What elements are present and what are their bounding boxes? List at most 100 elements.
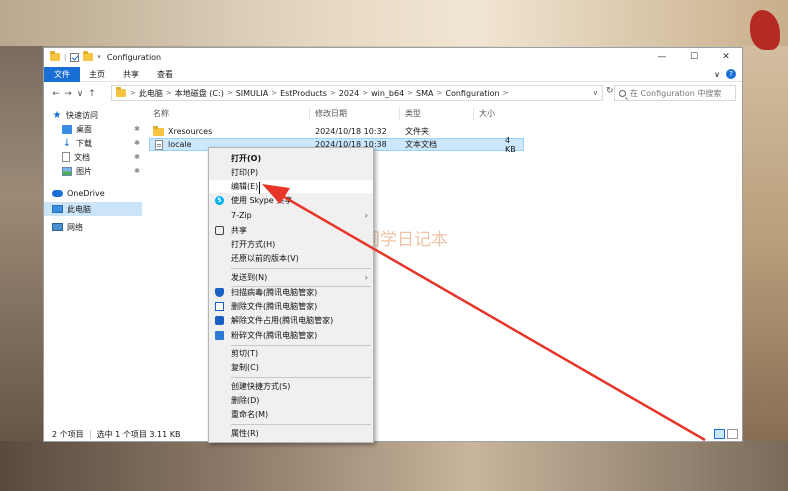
pin-icon[interactable]: ✱ — [134, 167, 140, 175]
crumb-estproducts[interactable]: EstProducts — [277, 89, 330, 98]
details-view-icon[interactable] — [714, 429, 725, 439]
sidebar-item-network[interactable]: 网络 — [44, 220, 142, 234]
item-count: 2 个项目 — [52, 429, 84, 439]
sidebar-item-pictures[interactable]: 图片 ✱ — [44, 164, 142, 178]
unlock-icon — [215, 316, 224, 325]
menu-item-label: 打印(P) — [231, 168, 259, 177]
navigation-pane: ★ 快速访问 桌面 ✱ ↓ 下载 ✱ 文档 ✱ 图片 ✱ OneDrive 此电… — [44, 108, 142, 423]
help-icon[interactable]: ? — [726, 69, 736, 79]
menu-item-create-shortcut[interactable]: 创建快捷方式(S) — [209, 380, 373, 393]
menu-item-share[interactable]: 共享 — [209, 224, 373, 237]
menu-item-label: 使用 Skype 共享 — [231, 196, 293, 205]
column-separator[interactable] — [309, 108, 310, 120]
crumb-simulia[interactable]: SIMULIA — [233, 89, 271, 98]
file-modified: 2024/10/18 10:32 — [315, 127, 387, 136]
menu-item-scan-virus[interactable]: 扫描病毒(腾讯电脑管家) — [209, 286, 373, 299]
menu-item-7zip[interactable]: 7-Zip › — [209, 209, 373, 222]
column-separator[interactable] — [399, 108, 400, 120]
menu-item-copy[interactable]: 复制(C) — [209, 361, 373, 374]
desktop-icon — [62, 124, 72, 134]
menu-item-shred-file[interactable]: 粉碎文件(腾讯电脑管家) — [209, 329, 373, 342]
column-header-type[interactable]: 类型 — [405, 108, 421, 120]
sidebar-item-onedrive[interactable]: OneDrive — [44, 186, 142, 200]
sidebar-item-label: 此电脑 — [67, 204, 91, 214]
wallpaper-right — [742, 0, 788, 491]
tab-file[interactable]: 文件 — [44, 66, 80, 82]
column-header-size[interactable]: 大小 — [479, 108, 495, 120]
sidebar-item-label: 桌面 — [76, 124, 92, 134]
search-placeholder: 在 Configuration 中搜索 — [630, 88, 722, 98]
large-icons-view-icon[interactable] — [727, 429, 738, 439]
menu-item-rename[interactable]: 重命名(M) — [209, 408, 373, 421]
forward-icon[interactable]: → — [62, 89, 74, 99]
column-header-name[interactable]: 名称 — [153, 108, 169, 120]
menu-separator — [231, 424, 371, 425]
menu-item-cut[interactable]: 剪切(T) — [209, 347, 373, 360]
menu-item-restore-versions[interactable]: 还原以前的版本(V) — [209, 252, 373, 265]
pin-icon[interactable]: ✱ — [134, 139, 140, 147]
menu-item-delete-file-tencent[interactable]: 删除文件(腾讯电脑管家) — [209, 300, 373, 313]
address-bar[interactable]: > 此电脑 > 本地磁盘 (C:) > SIMULIA > EstProduct… — [111, 85, 603, 101]
menu-item-skype-share[interactable]: S 使用 Skype 共享 — [209, 194, 373, 207]
crumb-2024[interactable]: 2024 — [336, 89, 362, 98]
column-header-modified[interactable]: 修改日期 — [315, 108, 347, 120]
properties-icon[interactable] — [70, 52, 80, 62]
tab-view[interactable]: 查看 — [148, 67, 182, 82]
crumb-win-b64[interactable]: win_b64 — [368, 89, 407, 98]
tab-share[interactable]: 共享 — [114, 67, 148, 82]
menu-item-print[interactable]: 打印(P) — [209, 166, 373, 179]
pin-icon[interactable]: ✱ — [134, 153, 140, 161]
close-button[interactable]: ✕ — [710, 48, 742, 66]
menu-item-properties[interactable]: 属性(R) — [209, 427, 373, 440]
submenu-arrow-icon: › — [364, 273, 368, 282]
ribbon-right: ∨ ? — [714, 69, 736, 79]
new-folder-icon[interactable] — [83, 51, 94, 61]
sidebar-item-documents[interactable]: 文档 ✱ — [44, 150, 142, 164]
ribbon-tabs: 文件 主页 共享 查看 ∨ ? — [44, 66, 742, 82]
file-row-xresources[interactable]: Xresources 2024/10/18 10:32 文件夹 — [149, 125, 524, 138]
crumb-configuration[interactable]: Configuration — [442, 89, 502, 98]
maximize-button[interactable]: ☐ — [678, 48, 710, 66]
menu-item-unlock-file[interactable]: 解除文件占用(腾讯电脑管家) — [209, 314, 373, 327]
expand-ribbon-icon[interactable]: ∨ — [714, 70, 720, 79]
menu-item-edit[interactable]: 编辑(E) — [209, 180, 373, 193]
status-bar: 2 个项目 选中 1 个项目 3.11 KB — [44, 427, 742, 441]
menu-item-label: 解除文件占用(腾讯电脑管家) — [231, 316, 334, 325]
sidebar-item-desktop[interactable]: 桌面 ✱ — [44, 122, 142, 136]
crumb-sma[interactable]: SMA — [413, 89, 436, 98]
address-dropdown-icon[interactable]: ∨ — [593, 89, 598, 97]
sidebar-item-downloads[interactable]: ↓ 下载 ✱ — [44, 136, 142, 150]
folder-icon — [153, 126, 164, 136]
customize-toolbar-icon[interactable]: ▾ — [97, 53, 101, 61]
back-icon[interactable]: ← — [50, 89, 62, 99]
minimize-button[interactable]: — — [646, 48, 678, 66]
picture-icon — [62, 166, 72, 176]
toolbar-separator: | — [64, 53, 67, 61]
skype-icon: S — [215, 196, 224, 205]
menu-item-delete[interactable]: 删除(D) — [209, 394, 373, 407]
sidebar-item-quick-access[interactable]: ★ 快速访问 — [44, 108, 142, 122]
pin-icon[interactable]: ✱ — [134, 125, 140, 133]
quick-access-toolbar: | ▾ — [50, 51, 101, 62]
wallpaper-bottom — [0, 441, 788, 491]
up-icon[interactable]: ↑ — [86, 89, 98, 99]
network-icon — [52, 223, 63, 231]
sidebar-item-this-pc[interactable]: 此电脑 — [44, 202, 142, 216]
menu-item-label: 属性(R) — [231, 429, 259, 438]
recent-locations-icon[interactable]: ∨ — [74, 89, 86, 99]
crumb-this-pc[interactable]: 此电脑 — [136, 88, 166, 99]
address-row: ← → ∨ ↑ > 此电脑 > 本地磁盘 (C:) > SIMULIA > Es… — [44, 85, 742, 103]
menu-item-label: 发送到(N) — [231, 273, 268, 282]
tab-home[interactable]: 主页 — [80, 67, 114, 82]
menu-item-open[interactable]: 打开(O) — [209, 152, 373, 165]
refresh-icon[interactable]: ↻ — [606, 86, 614, 96]
window-title: Configuration — [106, 52, 162, 62]
search-box[interactable]: 在 Configuration 中搜索 — [614, 85, 736, 101]
menu-item-send-to[interactable]: 发送到(N) › — [209, 271, 373, 284]
crumb-local-disk[interactable]: 本地磁盘 (C:) — [172, 88, 227, 99]
share-icon — [215, 226, 224, 235]
shred-icon — [215, 331, 224, 340]
menu-item-open-with[interactable]: 打开方式(H) — [209, 238, 373, 251]
column-separator[interactable] — [473, 108, 474, 120]
